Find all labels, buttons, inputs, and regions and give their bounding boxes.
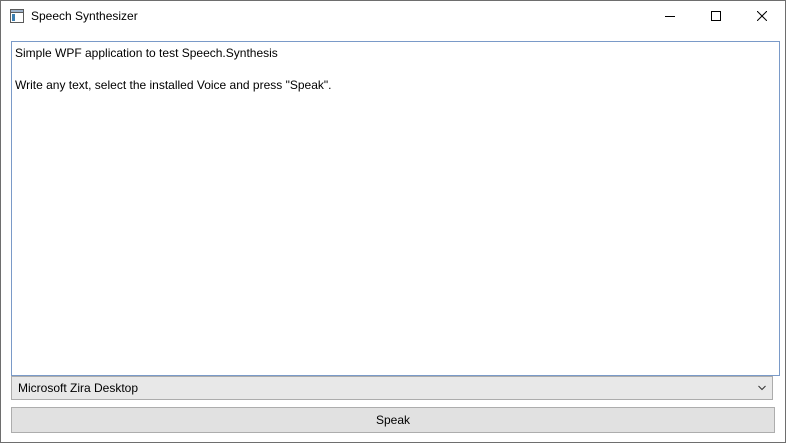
app-window: Speech Synthesizer Simple WPF applicatio… (0, 0, 786, 443)
chevron-down-icon (758, 385, 766, 391)
voice-select-value: Microsoft Zira Desktop (18, 381, 139, 395)
maximize-button[interactable] (693, 1, 739, 31)
title-bar[interactable]: Speech Synthesizer (1, 1, 785, 31)
minimize-icon (665, 16, 675, 17)
speak-button[interactable]: Speak (11, 407, 775, 433)
speak-button-label: Speak (375, 413, 411, 427)
window-app-icon (10, 9, 24, 23)
window-title: Speech Synthesizer (31, 9, 138, 23)
close-button[interactable] (739, 1, 785, 31)
text-line (15, 61, 776, 77)
speech-text-input[interactable]: Simple WPF application to test Speech.Sy… (11, 41, 780, 376)
maximize-icon (711, 11, 721, 21)
voice-select[interactable]: Microsoft Zira Desktop (11, 376, 773, 400)
text-line: Write any text, select the installed Voi… (15, 78, 332, 92)
close-icon (757, 11, 767, 21)
text-line: Simple WPF application to test Speech.Sy… (15, 46, 278, 60)
minimize-button[interactable] (647, 1, 693, 31)
